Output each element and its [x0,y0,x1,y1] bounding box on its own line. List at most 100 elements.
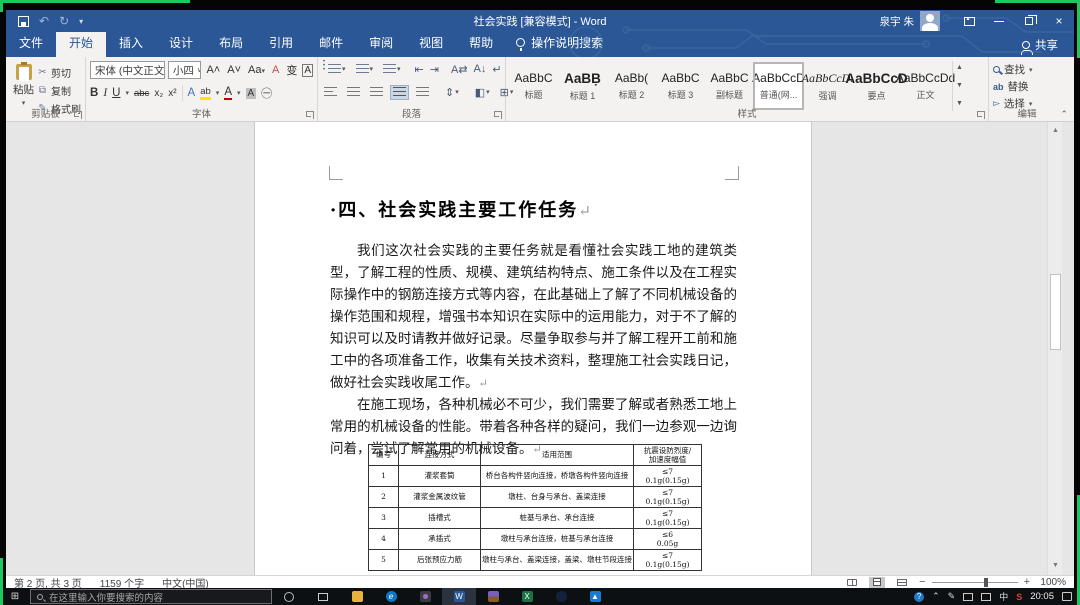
font-color-button[interactable]: A [224,86,232,100]
change-case-button[interactable]: Aa▾ [246,63,267,77]
tab-help[interactable]: 帮助 [456,29,506,57]
shading-button[interactable]: ◧▾ [473,85,492,100]
style-bodytext[interactable]: AaBbCcDd正文 [902,64,949,108]
cortana-button[interactable] [272,588,306,605]
zoom-slider-thumb[interactable] [984,578,988,587]
table-row[interactable]: 2 灌浆金属波纹管 墩柱、台身与承台、盖梁连接 ≤70.1g(0.15g) [369,487,702,508]
asian-layout-icon[interactable]: A⇄ [451,63,468,76]
tell-me-search[interactable]: 操作说明搜索 [506,29,613,57]
document-heading[interactable]: ·四、社会实践主要工作任务↵ [330,196,593,222]
share-button[interactable]: 共享 [1022,37,1074,57]
style-heading2[interactable]: AaBb(标题 2 [608,64,655,108]
cut-button[interactable]: ✂剪切 [37,65,81,80]
edge-button[interactable]: e [374,588,408,605]
document-body[interactable]: 我们这次社会实践的主要任务就是看懂社会实践工地的建筑类型，了解工程的性质、规模、… [330,240,737,460]
styles-gallery-scroll[interactable]: ▲ ▼ ▼ [952,61,966,111]
display-tray-icon[interactable] [981,593,991,601]
file-explorer-button[interactable] [340,588,374,605]
tab-mailings[interactable]: 邮件 [306,29,356,57]
sort-icon[interactable]: A↓ [474,63,487,75]
camera-button[interactable] [408,588,442,605]
scroll-down-icon[interactable]: ▼ [1048,559,1063,573]
vertical-scrollbar[interactable]: ▲ ▼ [1047,122,1062,575]
document-page[interactable]: ·四、社会实践主要工作任务↵ 我们这次社会实践的主要任务就是看懂社会实践工地的建… [255,122,811,575]
photos-button[interactable]: ▲ [578,588,612,605]
distribute-button[interactable] [414,86,431,99]
character-border-button[interactable]: A [302,64,313,77]
copy-button[interactable]: ⧉复制 [37,83,81,98]
increase-indent-icon[interactable]: ⇥ [430,63,439,76]
minimize-button[interactable] [984,10,1014,32]
paragraph-1[interactable]: 我们这次社会实践的主要任务就是看懂社会实践工地的建筑类型，了解工程的性质、规模、… [330,240,737,394]
find-button[interactable]: 查找▾ [993,62,1061,77]
print-layout-button[interactable] [869,577,885,588]
superscript-button[interactable]: x² [168,88,176,99]
notification-center-icon[interactable] [1062,592,1072,601]
ime-indicator[interactable]: 中 [999,590,1008,603]
font-dialog-launcher[interactable] [306,111,314,119]
clear-formatting-button[interactable]: A [270,63,281,77]
user-name[interactable]: 泉宇 朱 [880,14,914,29]
style-subtitle[interactable]: AaBbC副标题 [706,64,753,108]
table-row[interactable]: 1 灌浆套筒 桥台各构件竖向连接，桥墩各构件竖向连接 ≤70.1g(0.15g) [369,466,702,487]
style-strong[interactable]: AaBbCcD要点 [853,64,900,108]
collapse-ribbon-icon[interactable]: ⌃ [1060,109,1068,120]
zoom-level[interactable]: 100% [1036,577,1066,588]
multilevel-list-button[interactable]: ▾ [381,63,403,76]
justify-button[interactable] [391,86,408,99]
tab-design[interactable]: 设计 [156,29,206,57]
highlight-color-button[interactable]: ab [200,86,211,100]
paragraph-dialog-launcher[interactable] [494,111,502,119]
clipboard-dialog-launcher[interactable] [74,111,82,119]
gallery-up-icon[interactable]: ▲ [953,63,966,73]
style-title[interactable]: AaBbC标题 [510,64,557,108]
shrink-font-button[interactable]: A˅ [225,63,243,77]
ribbon-display-options-button[interactable] [954,10,984,32]
task-view-button[interactable] [306,588,340,605]
tab-review[interactable]: 审阅 [356,29,406,57]
scroll-up-icon[interactable]: ▲ [1048,124,1063,138]
style-heading1[interactable]: AaBḄ标题 1 [559,64,606,108]
restore-button[interactable] [1014,10,1044,32]
styles-dialog-launcher[interactable] [977,111,985,119]
tab-file[interactable]: 文件 [6,29,56,57]
enclose-characters-button[interactable]: ㊀ [261,85,272,101]
clock[interactable]: 20:05 [1030,591,1054,602]
sogou-tray-icon[interactable]: S [1016,592,1022,602]
winrar-button[interactable] [476,588,510,605]
connection-methods-table[interactable]: 编号 连接方式 适用范围 抗震设防烈度/加速度幅值 1 灌浆套筒 桥台各构件竖向… [368,444,702,571]
grow-font-button[interactable]: A˄ [204,63,222,77]
pen-tray-icon[interactable]: ✎ [948,591,956,602]
word-taskbar-button[interactable]: W [442,588,476,605]
tab-home[interactable]: 开始 [56,29,106,57]
bold-button[interactable]: B [90,87,98,99]
underline-button[interactable]: U [112,87,120,99]
line-spacing-button[interactable]: ⇕▾ [443,85,461,100]
tab-layout[interactable]: 布局 [206,29,256,57]
show-marks-icon[interactable]: ↵ [492,63,501,76]
replace-button[interactable]: ab替换 [993,79,1061,94]
italic-button[interactable]: I [103,87,107,99]
character-shading-button[interactable]: A [246,88,257,99]
device-tray-icon[interactable] [963,593,973,601]
dark-app-button[interactable] [544,588,578,605]
read-mode-button[interactable] [844,577,860,588]
text-effects-button[interactable]: A [188,87,196,99]
bullets-button[interactable]: ▾ [322,63,348,76]
zoom-in-button[interactable]: + [1024,576,1030,588]
strikethrough-button[interactable]: abc [134,88,149,99]
taskbar-search-box[interactable]: 在这里输入你要搜索的内容 [30,589,272,604]
font-color-dropdown-icon[interactable]: ▾ [237,89,241,97]
table-row[interactable]: 3 插槽式 桩基与承台、承台连接 ≤70.1g(0.15g) [369,508,702,529]
table-row[interactable]: 5 后张预应力筋 墩柱与承台、盖梁连接，盖梁、墩柱节段连接 ≤70.1g(0.1… [369,550,702,571]
align-left-button[interactable] [322,86,339,99]
align-right-button[interactable] [368,86,385,99]
underline-dropdown-icon[interactable]: ▾ [125,89,129,97]
document-canvas[interactable]: ·四、社会实践主要工作任务↵ 我们这次社会实践的主要任务就是看懂社会实践工地的建… [6,122,1074,575]
numbering-button[interactable]: ▾ [354,63,376,76]
decrease-indent-icon[interactable]: ⇤ [415,63,424,76]
user-avatar[interactable] [920,11,940,31]
align-center-button[interactable] [345,86,362,99]
scrollbar-thumb[interactable] [1050,274,1061,350]
web-layout-button[interactable] [894,577,910,588]
